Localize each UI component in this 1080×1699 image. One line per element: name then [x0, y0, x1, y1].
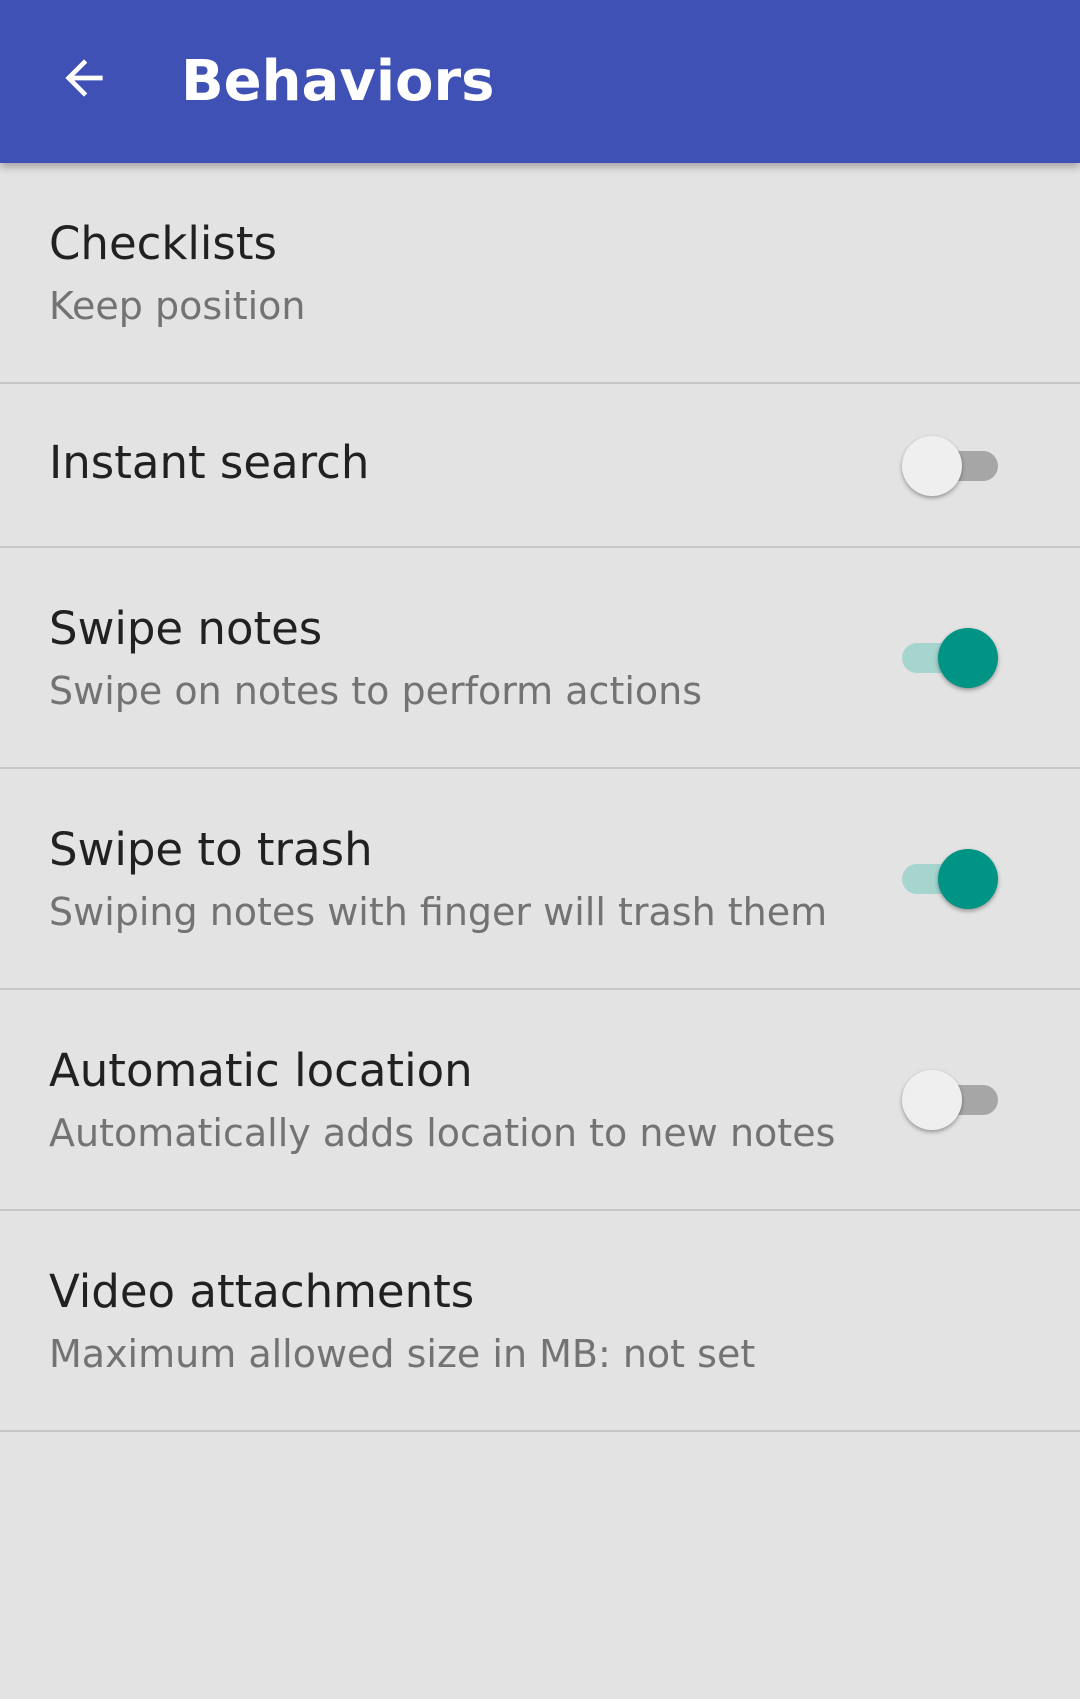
setting-video-attachments[interactable]: Video attachments Maximum allowed size i… — [0, 1211, 1080, 1432]
setting-checklists[interactable]: Checklists Keep position — [0, 163, 1080, 384]
setting-title: Swipe notes — [49, 602, 323, 655]
setting-swipe-to-trash[interactable]: Swipe to trash Swiping notes with finger… — [0, 769, 1080, 990]
switch-thumb — [902, 1070, 962, 1130]
setting-instant-search[interactable]: Instant search — [0, 384, 1080, 548]
swipe-to-trash-toggle[interactable] — [902, 847, 998, 911]
setting-swipe-notes[interactable]: Swipe notes Swipe on notes to perform ac… — [0, 548, 1080, 769]
setting-title: Checklists — [49, 217, 277, 270]
swipe-notes-toggle[interactable] — [902, 626, 998, 690]
arrow-left-icon — [65, 59, 103, 97]
setting-summary: Swipe on notes to perform actions — [49, 669, 703, 713]
back-button[interactable] — [44, 38, 124, 118]
switch-thumb — [938, 849, 998, 909]
switch-thumb — [902, 436, 962, 496]
setting-title: Swipe to trash — [49, 823, 373, 876]
setting-summary: Swiping notes with finger will trash the… — [49, 890, 828, 934]
switch-thumb — [938, 628, 998, 688]
instant-search-toggle[interactable] — [902, 434, 998, 498]
automatic-location-toggle[interactable] — [902, 1068, 998, 1132]
setting-summary: Maximum allowed size in MB: not set — [49, 1332, 756, 1376]
setting-title: Automatic location — [49, 1044, 473, 1097]
page-title: Behaviors — [181, 49, 495, 114]
settings-list: Checklists Keep position Instant search … — [0, 163, 1080, 1432]
setting-title: Instant search — [49, 436, 370, 489]
app-bar: Behaviors — [0, 0, 1080, 163]
setting-summary: Keep position — [49, 284, 306, 328]
setting-title: Video attachments — [49, 1265, 475, 1318]
setting-automatic-location[interactable]: Automatic location Automatically adds lo… — [0, 990, 1080, 1211]
setting-summary: Automatically adds location to new notes — [49, 1111, 836, 1155]
